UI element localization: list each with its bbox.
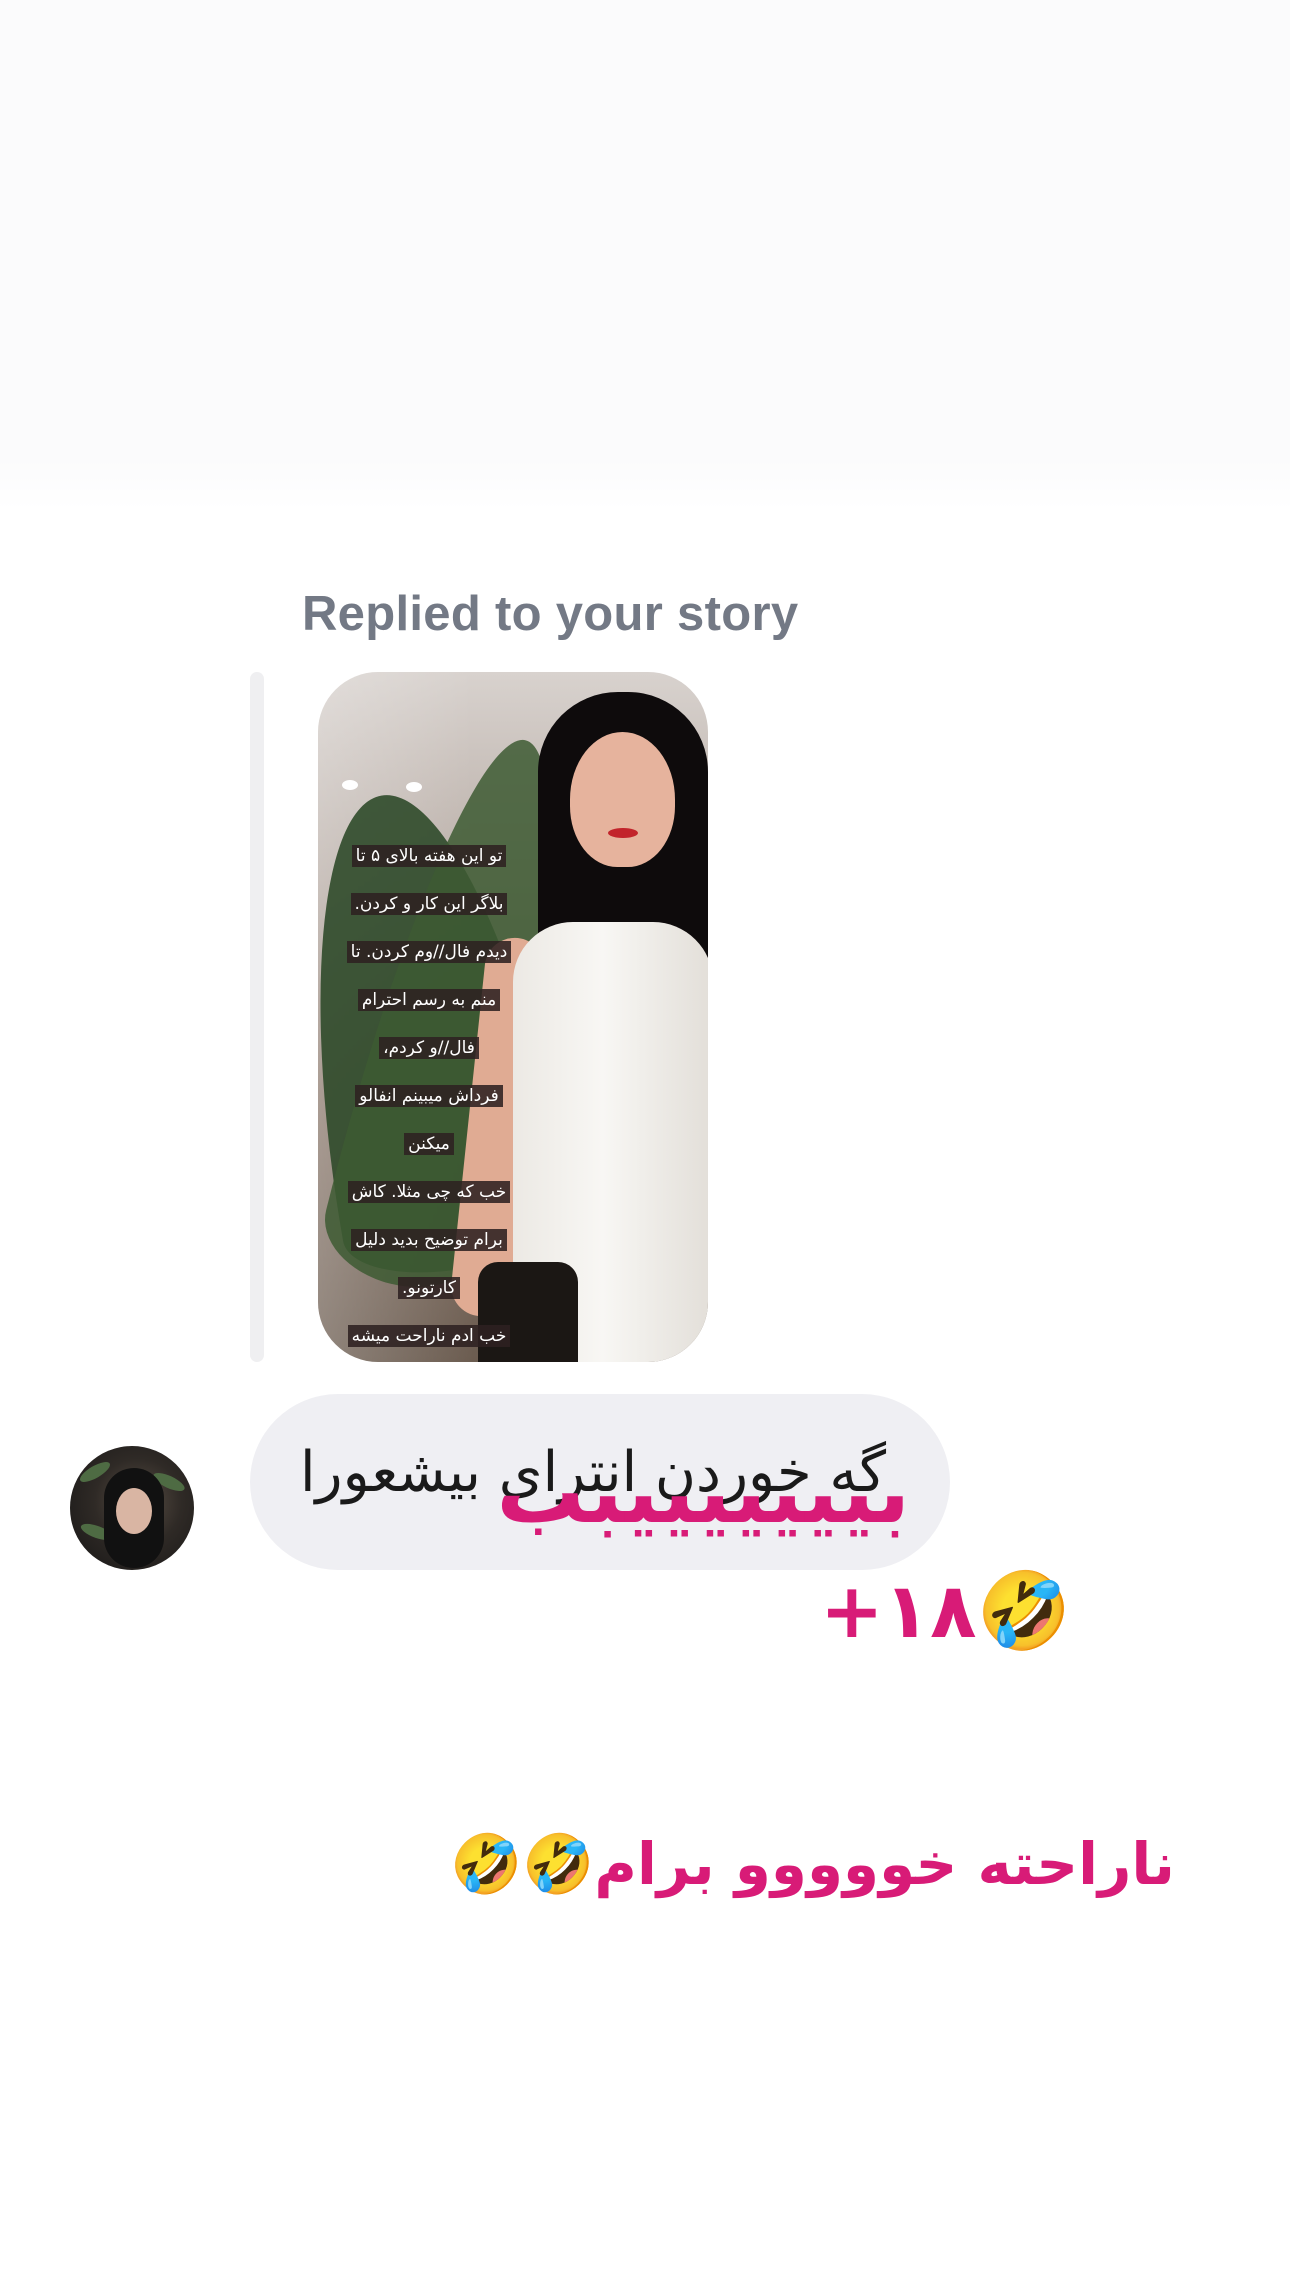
story-text-line: خب که چی مثلا. کاش	[347, 1181, 511, 1203]
ceiling-light	[342, 780, 358, 790]
replied-to-story-label: Replied to your story	[302, 587, 799, 641]
top-blank-area	[0, 0, 1290, 510]
story-text-line: تو این هفته بالای ۵ تا	[351, 845, 507, 867]
avatar-face	[116, 1488, 152, 1534]
story-thumbnail[interactable]: تو این هفته بالای ۵ تا بلاگر این کار و ک…	[318, 672, 708, 1362]
reply-quote-bar	[250, 672, 264, 1362]
story-text-line: برام توضیح بدید دلیل	[351, 1229, 507, 1251]
story-text-line: فرداش میبینم انفالو	[355, 1085, 503, 1107]
story-text-line: خب ادم ناراحت میشه	[347, 1325, 511, 1347]
story-text-line: فال//و کردم،	[379, 1037, 479, 1059]
story-text-overlay: تو این هفته بالای ۵ تا بلاگر این کار و ک…	[336, 820, 522, 1348]
story-text-line: کارتونو.	[398, 1277, 460, 1299]
avatar[interactable]	[70, 1446, 194, 1570]
ceiling-light	[406, 782, 422, 792]
story-text-line: منم به رسم احترام	[357, 989, 501, 1011]
story-text-line: میکنن	[404, 1133, 454, 1155]
person-lips	[608, 828, 638, 838]
overlay-text-2: +۱۸🤣	[820, 1566, 1072, 1655]
story-text-line: دیدم فال//وم کردن. تا	[346, 941, 512, 963]
overlay-text-3: ناراحته خووووو برام🤣🤣	[450, 1830, 1175, 1898]
person-face	[570, 732, 675, 867]
story-text-line: بلاگر این کار و کردن.	[350, 893, 508, 915]
overlay-text-1: بیییییییبب	[496, 1440, 912, 1543]
